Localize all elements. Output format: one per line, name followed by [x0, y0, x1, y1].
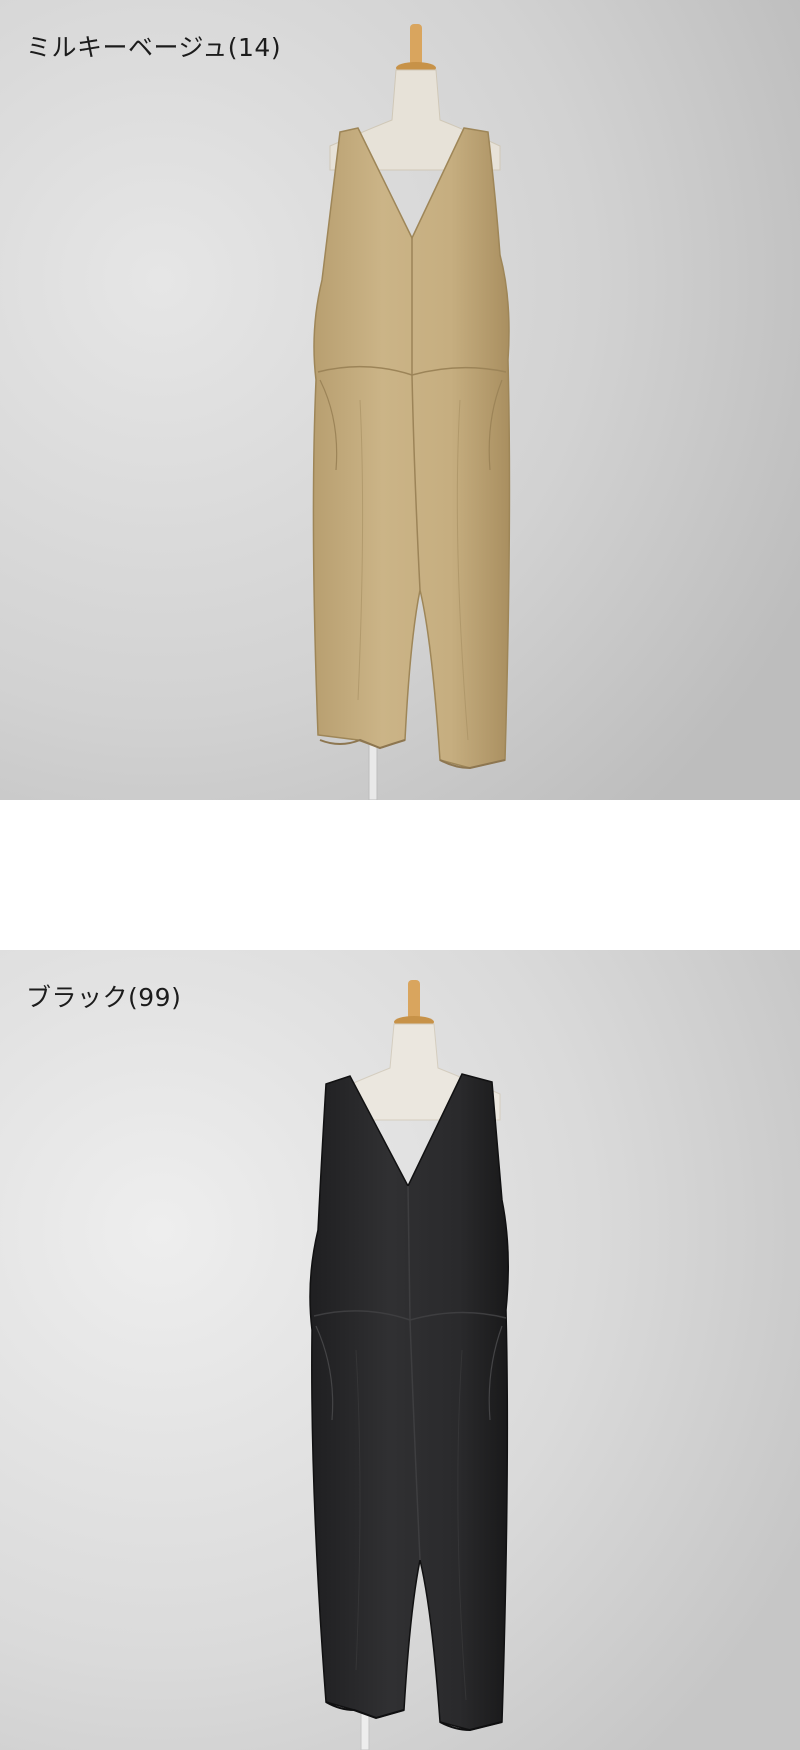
mannequin-knob — [410, 24, 422, 66]
product-photo-black: ブラック(99) — [0, 950, 800, 1750]
jumpsuit-photo — [0, 0, 800, 800]
color-variant-label: ブラック(99) — [26, 983, 182, 1012]
product-photo-beige: ミルキーベージュ(14) — [0, 0, 800, 800]
color-variant-label: ミルキーベージュ(14) — [26, 33, 282, 62]
jumpsuit-photo — [0, 950, 800, 1750]
mannequin-knob — [408, 980, 420, 1022]
